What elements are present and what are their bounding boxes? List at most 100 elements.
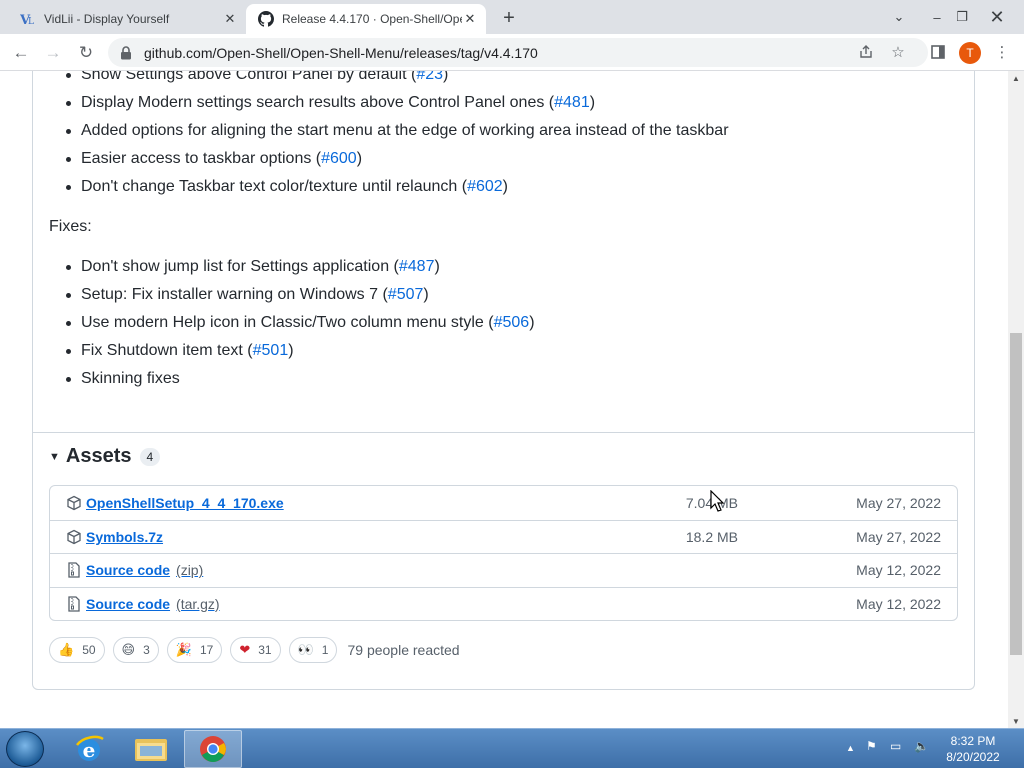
- asset-row: Symbols.7z 18.2 MB May 27, 2022: [50, 519, 957, 554]
- hooray-icon: 🎉: [175, 642, 192, 657]
- asset-link[interactable]: Symbols.7z: [86, 529, 163, 545]
- list-item: Setup: Fix installer warning on Windows …: [66, 281, 535, 309]
- tab-title: Release 4.4.170 · Open-Shell/Open-Shell-…: [282, 12, 462, 26]
- package-icon: [66, 529, 82, 545]
- share-icon[interactable]: [856, 42, 876, 62]
- action-center-flag-icon[interactable]: ⚑: [866, 739, 877, 753]
- svg-text:L: L: [28, 17, 34, 27]
- new-tab-button[interactable]: +: [498, 7, 520, 29]
- tab-search-chevron-icon[interactable]: ⌄: [882, 0, 916, 34]
- list-item: Fix Shutdown item text (#501): [66, 337, 535, 365]
- asset-date: May 27, 2022: [856, 494, 941, 511]
- mouse-cursor-icon: [710, 490, 724, 512]
- svg-text:e: e: [83, 738, 96, 762]
- assets-count-badge: 4: [139, 447, 161, 466]
- url-text: github.com/Open-Shell/Open-Shell-Menu/re…: [144, 44, 538, 61]
- reactions-summary: 79 people reacted: [347, 642, 460, 658]
- list-item: Show Settings above Control Panel by def…: [66, 71, 729, 89]
- clock-time: 8:32 PM: [950, 734, 996, 748]
- issue-link[interactable]: #507: [388, 286, 424, 303]
- file-explorer-icon[interactable]: [122, 730, 180, 768]
- asset-date: May 12, 2022: [856, 562, 941, 579]
- bookmark-star-icon[interactable]: ☆: [888, 42, 908, 62]
- asset-date: May 12, 2022: [856, 595, 941, 612]
- tab-github-release[interactable]: Release 4.4.170 · Open-Shell/Open-Shell-…: [246, 4, 486, 34]
- features-list: Show Settings above Control Panel by def…: [66, 71, 729, 201]
- issue-link[interactable]: #481: [554, 94, 590, 111]
- release-notes: Show Settings above Control Panel by def…: [33, 71, 974, 433]
- page-scrollbar[interactable]: ▲ ▼: [1008, 71, 1024, 728]
- list-item: Use modern Help icon in Classic/Two colu…: [66, 309, 535, 337]
- close-tab-icon[interactable]: ✕: [222, 11, 238, 27]
- kebab-menu-icon[interactable]: ⋮: [992, 42, 1012, 62]
- asset-row: Source code (tar.gz) May 12, 2022: [50, 586, 957, 621]
- lock-icon[interactable]: [120, 45, 134, 60]
- scroll-down-icon[interactable]: ▼: [1008, 714, 1024, 728]
- asset-date: May 27, 2022: [856, 528, 941, 545]
- show-hidden-icons-icon[interactable]: ▲: [846, 743, 855, 753]
- asset-size: 18.2 MB: [685, 528, 738, 545]
- reload-icon[interactable]: ↻: [73, 40, 99, 66]
- windows-taskbar: e ▲ ⚑ ▭ 🔈 8:32 PM 8/20/2022: [0, 728, 1024, 768]
- issue-link[interactable]: #602: [467, 178, 503, 195]
- list-item: Added options for aligning the start men…: [66, 117, 729, 145]
- assets-heading: Assets: [65, 445, 132, 467]
- back-arrow-icon[interactable]: ←: [8, 40, 34, 66]
- scroll-up-icon[interactable]: ▲: [1008, 71, 1024, 85]
- asset-link[interactable]: OpenShellSetup_4_4_170.exe: [86, 495, 284, 511]
- internet-explorer-icon[interactable]: e: [60, 730, 118, 768]
- laugh-icon: 😄: [121, 642, 136, 657]
- github-icon: [258, 11, 274, 27]
- browser-tab-strip: VL VidLii - Display Yourself ✕ Release 4…: [0, 0, 1024, 34]
- system-clock[interactable]: 8:32 PM 8/20/2022: [930, 733, 1016, 765]
- address-bar[interactable]: github.com/Open-Shell/Open-Shell-Menu/re…: [108, 38, 928, 67]
- close-window-button[interactable]: ✕: [980, 0, 1014, 34]
- assets-list: OpenShellSetup_4_4_170.exe 7.04 MB May 2…: [49, 485, 958, 621]
- assets-toggle[interactable]: ▼ Assets 4: [49, 445, 161, 468]
- package-icon: [66, 495, 82, 511]
- reaction-laugh[interactable]: 😄 3: [112, 637, 159, 663]
- file-zip-icon: [66, 562, 82, 578]
- reaction-thumbs-up[interactable]: 👍 50: [49, 637, 105, 663]
- network-icon[interactable]: ▭: [890, 739, 901, 753]
- reactions-bar: 👍 50 😄 3 🎉 17 ❤ 31 👀 1 79 people reacted: [49, 637, 460, 663]
- issue-link[interactable]: #506: [494, 314, 530, 331]
- list-item: Don't change Taskbar text color/texture …: [66, 173, 729, 201]
- volume-muted-icon[interactable]: 🔈: [914, 739, 929, 753]
- vidlii-icon: VL: [20, 11, 36, 27]
- issue-link[interactable]: #487: [399, 258, 435, 275]
- list-item: Display Modern settings search results a…: [66, 89, 729, 117]
- tab-title: VidLii - Display Yourself: [44, 12, 170, 26]
- reaction-eyes[interactable]: 👀 1: [288, 637, 338, 663]
- forward-arrow-icon[interactable]: →: [40, 40, 66, 66]
- asset-row: Source code (zip) May 12, 2022: [50, 553, 957, 587]
- tab-vidlii[interactable]: VL VidLii - Display Yourself ✕: [8, 4, 246, 34]
- side-panel-icon[interactable]: [928, 42, 948, 62]
- issue-link[interactable]: #501: [253, 342, 289, 359]
- reaction-heart[interactable]: ❤ 31: [230, 637, 281, 663]
- profile-avatar[interactable]: T: [959, 42, 981, 64]
- asset-link[interactable]: Source code (tar.gz): [86, 596, 220, 612]
- release-card: Show Settings above Control Panel by def…: [32, 71, 975, 690]
- list-item: Skinning fixes: [66, 365, 535, 393]
- clock-date: 8/20/2022: [946, 750, 1000, 764]
- restore-button[interactable]: ❐: [945, 0, 979, 34]
- fixes-list: Don't show jump list for Settings applic…: [66, 253, 535, 393]
- chrome-icon[interactable]: [184, 730, 242, 768]
- asset-link[interactable]: Source code (zip): [86, 562, 203, 578]
- list-item: Don't show jump list for Settings applic…: [66, 253, 535, 281]
- close-tab-icon[interactable]: ✕: [462, 11, 478, 27]
- fixes-heading: Fixes:: [49, 218, 92, 235]
- heart-icon: ❤: [239, 642, 251, 657]
- thumbs-up-icon: 👍: [58, 642, 75, 657]
- issue-link[interactable]: #23: [416, 71, 443, 83]
- page-viewport: Show Settings above Control Panel by def…: [0, 71, 1008, 728]
- reaction-hooray[interactable]: 🎉 17: [166, 637, 223, 663]
- scrollbar-thumb[interactable]: [1010, 333, 1022, 655]
- browser-toolbar: ← → ↻ github.com/Open-Shell/Open-Shell-M…: [0, 34, 1024, 71]
- issue-link[interactable]: #600: [321, 150, 357, 167]
- asset-row: OpenShellSetup_4_4_170.exe 7.04 MB May 2…: [50, 486, 957, 520]
- list-item: Easier access to taskbar options (#600): [66, 145, 729, 173]
- start-button[interactable]: [6, 731, 44, 767]
- eyes-icon: 👀: [297, 642, 314, 657]
